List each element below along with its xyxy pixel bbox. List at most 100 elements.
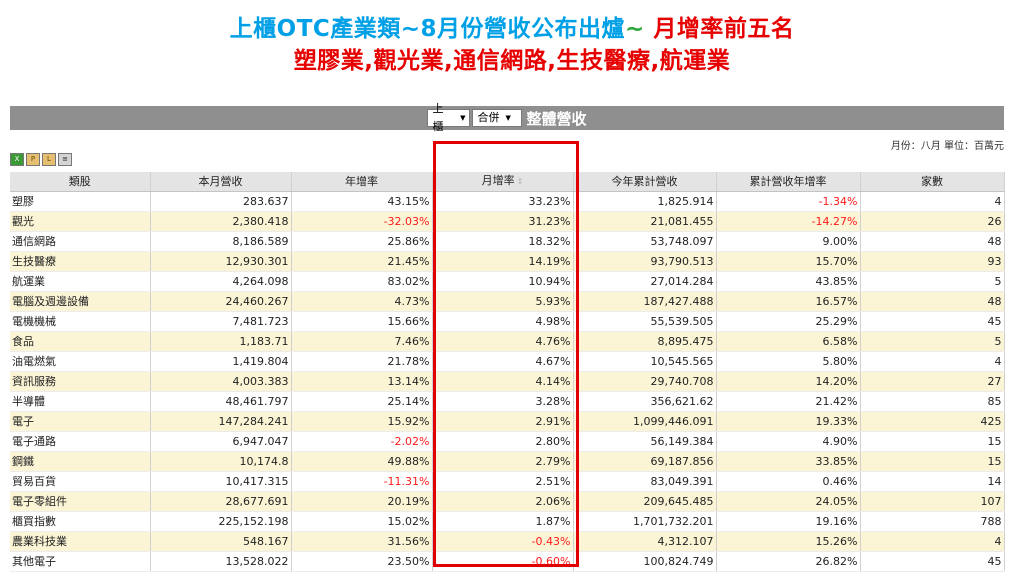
col-header-ytd-revenue[interactable]: 今年累計營收: [573, 172, 717, 192]
table-row: 觀光 2,380.418 -32.03% 31.23% 21,081.455 -14.27…: [10, 211, 1005, 232]
cell-company-count: 48: [860, 231, 1005, 252]
cell-ytd-yoy: 25.29%: [716, 311, 861, 332]
cell-monthly-revenue: 1,183.71: [150, 331, 292, 352]
toolbar-title: 整體營收: [526, 109, 587, 128]
cell-mom: 2.80%: [432, 431, 574, 452]
cell-ytd-yoy: 9.00%: [716, 231, 861, 252]
table-row: 通信網路 8,186.589 25.86% 18.32% 53,748.097 9.00%…: [10, 231, 1005, 252]
cell-yoy: 23.50%: [291, 551, 433, 572]
cell-ytd-yoy: 5.80%: [716, 351, 861, 372]
cell-mom: 1.87%: [432, 511, 574, 532]
cell-category: 通信網路: [10, 231, 151, 252]
cell-company-count: 26: [860, 211, 1005, 232]
cell-category: 資訊服務: [10, 371, 151, 392]
cell-company-count: 425: [860, 411, 1005, 432]
table-row: 電腦及週邊設備 24,460.267 4.73% 5.93% 187,427.488 16…: [10, 291, 1005, 312]
cell-ytd-yoy: 14.20%: [716, 371, 861, 392]
cell-company-count: 5: [860, 331, 1005, 352]
cell-monthly-revenue: 6,947.047: [150, 431, 292, 452]
sort-icon[interactable]: ⇕: [517, 177, 524, 186]
cell-ytd-yoy: 26.82%: [716, 551, 861, 572]
cell-yoy: 13.14%: [291, 371, 433, 392]
table-row: 航運業 4,264.098 83.02% 10.94% 27,014.284 43.85%…: [10, 271, 1005, 292]
table-row: 電子零組件 28,677.691 20.19% 2.06% 209,645.485 24.…: [10, 491, 1005, 512]
table-row: 資訊服務 4,003.383 13.14% 4.14% 29,740.708 14.20%…: [10, 371, 1005, 392]
month-unit-label: 月份：八月 單位：百萬元: [890, 141, 1004, 152]
table-row: 貿易百貨 10,417.315 -11.31% 2.51% 83,049.391 0.46…: [10, 471, 1005, 492]
cell-monthly-revenue: 28,677.691: [150, 491, 292, 512]
col-header-mom[interactable]: 月增率 ⇕: [432, 172, 574, 192]
col-header-mom-label: 月增率: [481, 174, 515, 187]
excel-export-icon[interactable]: X: [10, 153, 24, 166]
cell-mom: -0.60%: [432, 551, 574, 572]
cell-category: 生技醫療: [10, 251, 151, 272]
cell-category: 貿易百貨: [10, 471, 151, 492]
cell-ytd-revenue: 209,645.485: [573, 491, 717, 512]
cell-yoy: 25.14%: [291, 391, 433, 412]
print-icon[interactable]: ≡: [58, 153, 72, 166]
cell-ytd-revenue: 69,187.856: [573, 451, 717, 472]
cell-ytd-yoy: 0.46%: [716, 471, 861, 492]
cell-category: 塑膠: [10, 191, 151, 212]
cell-ytd-yoy: 19.16%: [716, 511, 861, 532]
table-row: 半導體 48,461.797 25.14% 3.28% 356,621.62 21.42%…: [10, 391, 1005, 412]
table-row: 鋼鐵 10,174.8 49.88% 2.79% 69,187.856 33.85% 15: [10, 451, 1005, 472]
col-header-yoy[interactable]: 年增率: [291, 172, 433, 192]
market-select[interactable]: 上櫃 ▼: [427, 102, 471, 133]
col-header-ytd-yoy[interactable]: 累計營收年增率: [716, 172, 861, 192]
cell-company-count: 15: [860, 431, 1005, 452]
pdf-export-icon[interactable]: P: [26, 153, 40, 166]
cell-category: 電子通路: [10, 431, 151, 452]
cell-yoy: 25.86%: [291, 231, 433, 252]
cell-ytd-revenue: 1,825.914: [573, 191, 717, 212]
cell-ytd-revenue: 356,621.62: [573, 391, 717, 412]
table-row: 塑膠 283.637 43.15% 33.23% 1,825.914 -1.34% 4: [10, 191, 1005, 212]
cell-category: 櫃買指數: [10, 511, 151, 532]
cell-ytd-revenue: 93,790.513: [573, 251, 717, 272]
lock-icon[interactable]: L: [42, 153, 56, 166]
cell-mom: -0.43%: [432, 531, 574, 552]
cell-company-count: 4: [860, 351, 1005, 372]
cell-company-count: 14: [860, 471, 1005, 492]
revenue-table: 類股 本月營收 年增率 月增率 ⇕ 今年累計營收 累計營收年增率 家數 塑膠 283…: [10, 172, 1005, 572]
cell-mom: 3.28%: [432, 391, 574, 412]
col-header-monthly-revenue[interactable]: 本月營收: [150, 172, 292, 192]
headline-line-2: 塑膠業,觀光業,通信網路,生技醫療,航運業: [293, 48, 731, 74]
chevron-down-icon: ▼: [460, 114, 466, 122]
cell-mom: 4.98%: [432, 311, 574, 332]
cell-category: 半導體: [10, 391, 151, 412]
headline-title: 上櫃OTC產業類~8月份營收公布出爐: [229, 16, 626, 42]
cell-ytd-yoy: 43.85%: [716, 271, 861, 292]
cell-yoy: 15.66%: [291, 311, 433, 332]
cell-mom: 2.51%: [432, 471, 574, 492]
cell-category: 電機機械: [10, 311, 151, 332]
cell-mom: 2.91%: [432, 411, 574, 432]
report-type-select[interactable]: 合併 ▼: [472, 109, 523, 127]
cell-monthly-revenue: 4,003.383: [150, 371, 292, 392]
cell-ytd-revenue: 8,895.475: [573, 331, 717, 352]
cell-ytd-yoy: 4.90%: [716, 431, 861, 452]
col-header-company-count[interactable]: 家數: [860, 172, 1005, 192]
table-row: 生技醫療 12,930.301 21.45% 14.19% 93,790.513 15.7…: [10, 251, 1005, 272]
cell-category: 電子: [10, 411, 151, 432]
cell-company-count: 48: [860, 291, 1005, 312]
cell-ytd-yoy: 19.33%: [716, 411, 861, 432]
cell-monthly-revenue: 225,152.198: [150, 511, 292, 532]
chevron-down-icon: ▼: [505, 114, 511, 122]
cell-mom: 18.32%: [432, 231, 574, 252]
cell-mom: 4.67%: [432, 351, 574, 372]
table-row: 電機機械 7,481.723 15.66% 4.98% 55,539.505 25.29%…: [10, 311, 1005, 332]
cell-category: 電腦及週邊設備: [10, 291, 151, 312]
cell-mom: 31.23%: [432, 211, 574, 232]
cell-mom: 14.19%: [432, 251, 574, 272]
cell-yoy: -32.03%: [291, 211, 433, 232]
cell-company-count: 788: [860, 511, 1005, 532]
cell-company-count: 15: [860, 451, 1005, 472]
cell-category: 油電燃氣: [10, 351, 151, 372]
col-header-category[interactable]: 類股: [10, 172, 151, 192]
cell-yoy: 7.46%: [291, 331, 433, 352]
cell-company-count: 4: [860, 191, 1005, 212]
cell-ytd-yoy: 6.58%: [716, 331, 861, 352]
table-header-row: 類股 本月營收 年增率 月增率 ⇕ 今年累計營收 累計營收年增率 家數: [10, 172, 1005, 192]
cell-ytd-yoy: -14.27%: [716, 211, 861, 232]
